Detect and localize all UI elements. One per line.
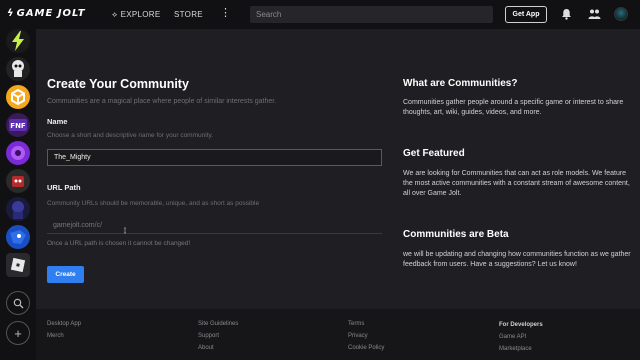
url-hint: Community URLs should be memorable, uniq… (47, 200, 260, 207)
create-button[interactable]: Create (47, 266, 84, 283)
beta-heading: Communities are Beta (403, 229, 509, 240)
community-icon-unity[interactable] (6, 85, 30, 109)
footer-link-terms[interactable]: Terms (348, 321, 364, 327)
game-jolt-logo[interactable]: ϟ GAME JOLT (7, 8, 86, 19)
community-icon-skeleton[interactable] (6, 57, 30, 81)
footer-link-game-api[interactable]: Game API (499, 334, 526, 340)
footer (36, 309, 640, 360)
footer-link-merch[interactable]: Merch (47, 333, 64, 339)
user-avatar[interactable] (614, 7, 628, 21)
community-icon-robot[interactable] (6, 169, 30, 193)
plus-icon: + (14, 325, 22, 341)
get-app-button[interactable]: Get App (505, 6, 547, 23)
discover-communities-button[interactable] (6, 291, 30, 315)
community-icon-roblox[interactable] (6, 253, 30, 277)
more-menu-icon[interactable]: ⋮ (220, 6, 231, 19)
search-icon (13, 298, 23, 308)
page-subtitle: Communities are a magical place where pe… (47, 98, 277, 105)
url-path-input[interactable]: gamejolt.com/c/ (47, 217, 382, 234)
page-title: Create Your Community (47, 77, 189, 91)
beta-text: we will be updating and changing how com… (403, 251, 631, 268)
footer-link-desktop-app[interactable]: Desktop App (47, 321, 81, 327)
community-icon-character[interactable] (6, 197, 30, 221)
what-are-communities-heading: What are Communities? (403, 78, 518, 89)
footer-link-privacy[interactable]: Privacy (348, 333, 368, 339)
footer-link-cookie-policy[interactable]: Cookie Policy (348, 345, 384, 351)
text-cursor-icon (124, 227, 126, 234)
notifications-bell-icon[interactable] (561, 8, 572, 20)
svg-text:FNF: FNF (10, 122, 26, 130)
nav-store[interactable]: STORE (174, 10, 203, 19)
footer-developers-heading: For Developers (499, 322, 543, 328)
bolt-icon: ϟ (7, 8, 15, 19)
footer-link-support[interactable]: Support (198, 333, 219, 339)
community-name-input[interactable]: The_Mighty (47, 149, 382, 166)
compass-icon: ⟡ (112, 10, 118, 19)
left-sidebar: FNF + (0, 29, 36, 360)
url-label: URL Path (47, 183, 81, 192)
search-input[interactable]: Search (250, 6, 493, 23)
get-featured-heading: Get Featured (403, 148, 465, 159)
community-icon-purple[interactable] (6, 141, 30, 165)
footer-link-marketplace[interactable]: Marketplace (499, 346, 532, 352)
footer-link-about[interactable]: About (198, 345, 214, 351)
add-community-button[interactable]: + (6, 321, 30, 345)
nav-explore[interactable]: ⟡ EXPLORE (112, 10, 161, 20)
friends-icon[interactable] (588, 8, 601, 20)
url-warning: Once a URL path is chosen it cannot be c… (47, 240, 191, 247)
community-icon-fnf[interactable]: FNF (6, 113, 30, 137)
community-icon-bolt[interactable] (6, 29, 30, 53)
name-hint: Choose a short and descriptive name for … (47, 132, 214, 139)
name-label: Name (47, 117, 68, 126)
top-navigation-bar: ϟ GAME JOLT ⟡ EXPLORE STORE ⋮ Search Get A… (0, 0, 640, 29)
footer-link-site-guidelines[interactable]: Site Guidelines (198, 321, 238, 327)
what-are-communities-text: Communities gather people around a speci… (403, 99, 624, 116)
community-icon-sonic[interactable] (6, 225, 30, 249)
get-featured-text: We are looking for Communities that can … (403, 170, 630, 197)
